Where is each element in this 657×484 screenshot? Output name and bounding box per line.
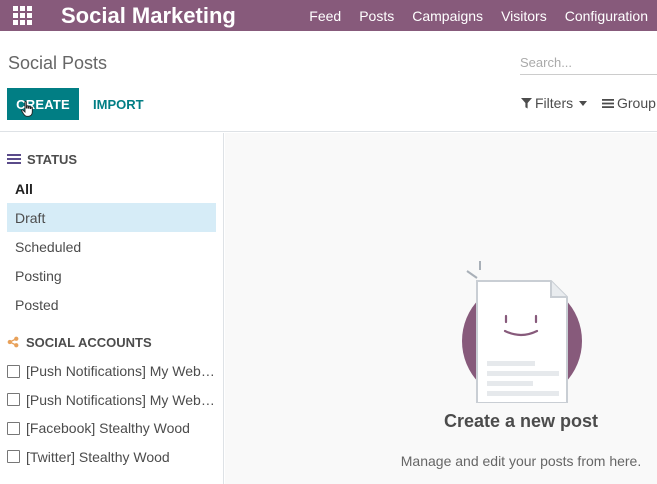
create-button[interactable]: CREATE (7, 88, 79, 120)
account-item[interactable]: [Push Notifications] My Website (7, 386, 219, 415)
breadcrumb: Social Posts (8, 53, 108, 73)
filters-label: Filters (535, 95, 574, 111)
caret-down-icon (579, 100, 588, 106)
filter-icon (521, 97, 532, 108)
status-header-label: STATUS (27, 151, 78, 167)
menu-item-feed[interactable]: Feed (300, 0, 350, 31)
account-label: [Push Notifications] My Website (26, 391, 219, 408)
account-item[interactable]: [Twitter] Stealthy Wood (7, 443, 219, 472)
status-section-header: STATUS (0, 149, 77, 169)
account-item[interactable]: [Facebook] Stealthy Wood (7, 414, 219, 443)
account-label: [Push Notifications] My Website (26, 363, 219, 380)
top-navbar: Social Marketing Feed Posts Campaigns Vi… (0, 0, 657, 31)
control-panel: Social Posts CREATE IMPORT Filters Group (0, 31, 657, 132)
group-by-dropdown[interactable]: Group (602, 95, 656, 111)
account-checkbox[interactable] (7, 421, 20, 435)
status-item-posting[interactable]: Posting (7, 261, 216, 290)
search-panel: STATUS All Draft Scheduled Posting Poste… (0, 133, 224, 484)
main-content: Create a new post Manage and edit your p… (225, 133, 657, 484)
account-checkbox[interactable] (7, 364, 20, 378)
status-item-draft[interactable]: Draft (7, 203, 216, 232)
account-checkbox[interactable] (7, 393, 20, 407)
status-list-icon (7, 154, 21, 164)
menu-item-visitors[interactable]: Visitors (492, 0, 556, 31)
accounts-header-label: SOCIAL ACCOUNTS (26, 334, 152, 350)
empty-document-illustration (462, 261, 582, 403)
menu-item-configuration[interactable]: Configuration (556, 0, 657, 31)
help-title: Create a new post (443, 411, 599, 431)
status-item-all[interactable]: All (7, 174, 216, 203)
filters-dropdown[interactable]: Filters (521, 95, 588, 111)
status-item-scheduled[interactable]: Scheduled (7, 232, 216, 261)
menu-item-posts[interactable]: Posts (350, 0, 403, 31)
group-label: Group (617, 95, 656, 111)
status-list: All Draft Scheduled Posting Posted (7, 174, 216, 319)
account-label: [Twitter] Stealthy Wood (26, 448, 170, 465)
apps-grid-icon[interactable] (0, 0, 44, 31)
import-button[interactable]: IMPORT (84, 88, 153, 120)
search-box (520, 51, 657, 75)
account-label: [Facebook] Stealthy Wood (26, 420, 190, 437)
menu-item-campaigns[interactable]: Campaigns (403, 0, 492, 31)
account-item[interactable]: [Push Notifications] My Website (7, 357, 219, 386)
account-checkbox[interactable] (7, 450, 20, 464)
share-icon (7, 336, 19, 348)
help-subtitle: Manage and edit your posts from here. (400, 453, 642, 469)
accounts-list: [Push Notifications] My Website [Push No… (7, 357, 219, 471)
status-item-posted[interactable]: Posted (7, 290, 216, 319)
accounts-section-header: SOCIAL ACCOUNTS (0, 332, 152, 352)
main-menu: Feed Posts Campaigns Visitors Configurat… (300, 0, 657, 31)
search-input[interactable] (520, 51, 655, 73)
group-by-icon (602, 98, 614, 108)
app-title[interactable]: Social Marketing (61, 3, 236, 29)
